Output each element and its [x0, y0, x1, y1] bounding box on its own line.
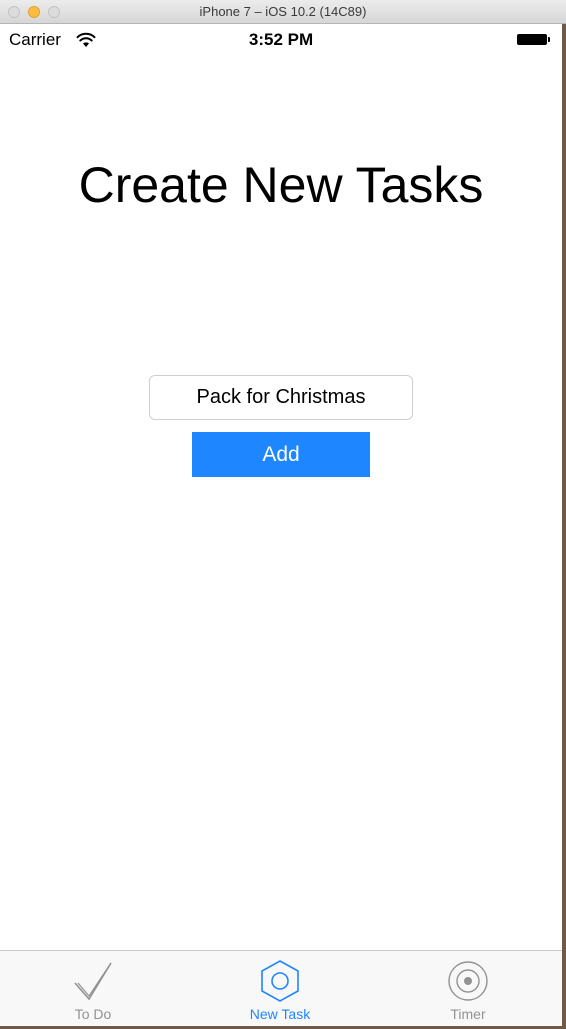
battery-icon: [517, 34, 547, 45]
add-task-button[interactable]: Add: [192, 432, 370, 477]
simulator-window: iPhone 7 – iOS 10.2 (14C89) Carrier 3:52…: [0, 0, 566, 1029]
tab-label-to-do: To Do: [74, 1006, 112, 1022]
tab-label-timer: Timer: [450, 1006, 486, 1022]
page-title: Create New Tasks: [78, 157, 484, 213]
tab-to-do[interactable]: To Do: [33, 951, 153, 1027]
window-titlebar: iPhone 7 – iOS 10.2 (14C89): [0, 0, 566, 24]
tab-label-new-task: New Task: [249, 1006, 311, 1022]
tab-timer[interactable]: Timer: [408, 951, 528, 1027]
status-bar: Carrier 3:52 PM: [0, 24, 562, 54]
window-right-edge: [562, 24, 566, 1029]
battery-tip: [548, 37, 550, 42]
target-icon: [448, 961, 488, 1001]
hexagon-icon: [261, 960, 299, 1002]
new-task-input[interactable]: [149, 375, 413, 420]
checkmark-icon: [74, 962, 112, 1001]
tab-new-task[interactable]: New Task: [220, 951, 340, 1027]
phone-screen: Carrier 3:52 PM Create New Tasks Add To …: [0, 24, 562, 1026]
status-time: 3:52 PM: [248, 30, 314, 49]
tab-bar: To Do New Task Timer: [0, 950, 562, 1026]
window-title: iPhone 7 – iOS 10.2 (14C89): [199, 4, 367, 19]
